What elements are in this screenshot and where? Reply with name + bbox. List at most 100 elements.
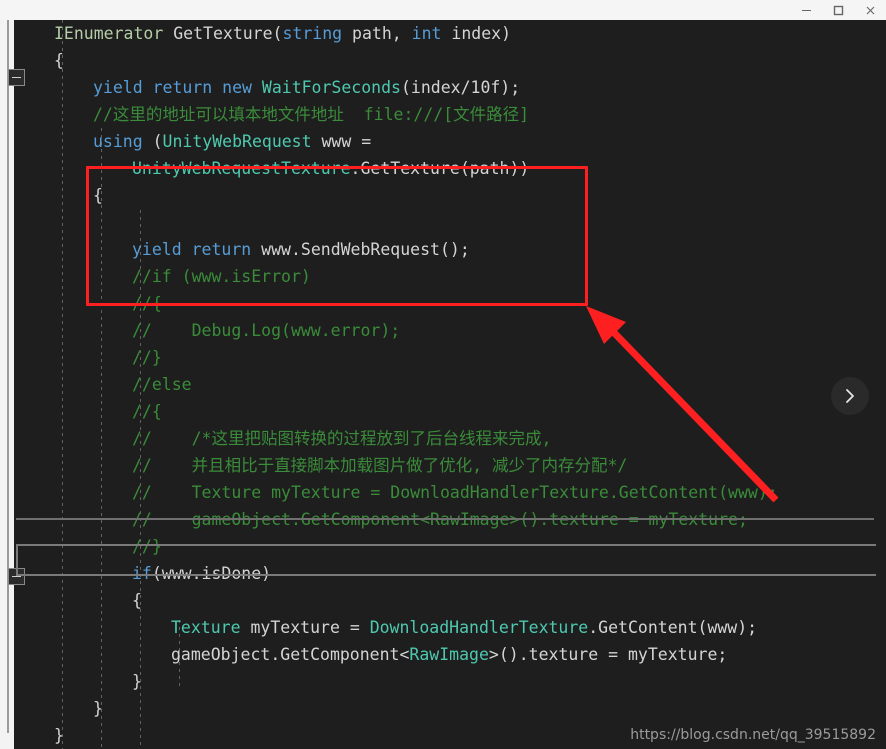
minimize-icon [801,9,811,11]
code-token: //} [132,348,162,367]
code-token: { [93,186,103,205]
code-line[interactable]: //{ [54,398,886,425]
code-line[interactable] [54,209,886,236]
code-line-text: //else [132,371,192,398]
code-line[interactable]: yield return www.SendWebRequest(); [54,236,886,263]
code-line-text: } [93,695,103,722]
code-token: //这里的地址可以填本地文件地址 file:///[文件路径] [93,105,530,124]
code-token: ( [142,132,163,151]
code-line-text: gameObject.GetComponent<RawImage>().text… [171,641,727,668]
code-token: // /*这里把贴图转换的过程放到了后台线程来完成, [132,429,552,448]
code-token: yield return [132,240,252,259]
code-token: Texture [171,618,241,637]
maximize-icon [833,5,843,15]
code-token: GetTexture( [163,24,283,43]
code-content[interactable]: IEnumerator GetTexture(string path, int … [54,20,886,749]
code-line-text: // Debug.Log(www.error); [132,317,400,344]
code-line[interactable]: //{ [54,290,886,317]
code-line[interactable]: } [54,695,886,722]
code-token: } [132,672,142,691]
code-token: yield return new [93,78,252,97]
editor-left-scroll-strip[interactable] [0,20,14,749]
code-line[interactable]: // /*这里把贴图转换的过程放到了后台线程来完成, [54,425,886,452]
code-token: } [93,699,103,718]
code-token: int [411,24,442,43]
code-token: >().texture = myTexture; [488,645,728,664]
code-line-text: //} [132,344,162,371]
code-line[interactable]: Texture myTexture = DownloadHandlerTextu… [54,614,886,641]
code-line[interactable]: // 并且相比于直接脚本加载图片做了优化, 减少了内存分配*/ [54,452,886,479]
code-token: (index/10f); [400,78,521,97]
code-line[interactable]: //这里的地址可以填本地文件地址 file:///[文件路径] [54,101,886,128]
code-editor[interactable]: IEnumerator GetTexture(string path, int … [0,20,886,749]
code-token: gameObject.GetComponent< [171,645,410,664]
code-line[interactable]: } [54,668,886,695]
fold-marker-icon[interactable] [8,69,25,86]
code-line-text: // Texture myTexture = DownloadHandlerTe… [132,479,778,506]
code-token: { [132,591,142,610]
editor-gutter[interactable] [14,20,54,749]
code-line[interactable]: //if (www.isError) [54,263,886,290]
code-token: UnityWebRequest [162,132,312,151]
code-token: (www.isDone) [151,564,272,583]
code-token: //else [132,375,192,394]
code-token: // Debug.Log(www.error); [132,321,401,340]
code-token: UnityWebRequestTexture [132,159,351,178]
screenshot-root: IEnumerator GetTexture(string path, int … [0,0,886,749]
code-line-text: //} [132,533,162,560]
code-line-text: //{ [132,290,162,317]
code-token: //{ [132,294,162,313]
next-button[interactable] [831,377,869,415]
code-line-text: yield return new WaitForSeconds(index/10… [93,74,520,101]
code-line[interactable]: yield return new WaitForSeconds(index/10… [54,74,886,101]
code-line-text: { [54,47,64,74]
minimize-button[interactable] [790,0,822,20]
code-token: using [93,132,143,151]
code-line[interactable]: { [54,182,886,209]
code-line-text: //{ [132,398,162,425]
code-line[interactable]: if(www.isDone) [54,560,886,587]
code-line-text: { [132,587,142,614]
code-token: www.SendWebRequest(); [251,240,470,259]
code-line-text: yield return www.SendWebRequest(); [132,236,470,263]
code-line[interactable]: //else [54,371,886,398]
close-button[interactable] [854,0,886,20]
code-line[interactable]: // Texture myTexture = DownloadHandlerTe… [54,479,886,506]
code-line-text: { [93,182,103,209]
code-line[interactable]: gameObject.GetComponent<RawImage>().text… [54,641,886,668]
scroll-track[interactable] [7,20,9,749]
watermark: https://blog.csdn.net/qq_39515892 [630,727,876,743]
code-line-text: using (UnityWebRequest www = [93,128,371,155]
editor-bottom-strip [0,733,14,749]
code-line[interactable]: { [54,47,886,74]
code-token: .GetTexture(path)) [350,159,530,178]
code-token: if [132,564,152,583]
code-token: //if (www.isError) [132,267,311,286]
code-token: string [282,24,343,43]
code-line-text: if(www.isDone) [132,560,271,587]
window-title-bar [0,0,886,21]
code-line[interactable]: IEnumerator GetTexture(string path, int … [54,20,886,47]
code-token: { [54,51,64,70]
code-line[interactable]: // Debug.Log(www.error); [54,317,886,344]
code-line[interactable]: //} [54,533,886,560]
close-icon [866,6,874,14]
code-token: www = [311,132,372,151]
maximize-button[interactable] [822,0,854,20]
code-line[interactable]: UnityWebRequestTexture.GetTexture(path)) [54,155,886,182]
code-line[interactable]: //} [54,344,886,371]
code-line-text: UnityWebRequestTexture.GetTexture(path)) [132,155,529,182]
code-token: //} [132,537,162,556]
code-line-text: IEnumerator GetTexture(string path, int … [54,20,511,47]
code-token: path, [342,24,412,43]
code-token: index) [441,24,512,43]
code-line[interactable]: using (UnityWebRequest www = [54,128,886,155]
code-line-text: // 并且相比于直接脚本加载图片做了优化, 减少了内存分配*/ [132,452,627,479]
code-line[interactable]: { [54,587,886,614]
code-token: WaitForSeconds [261,78,401,97]
code-token: // 并且相比于直接脚本加载图片做了优化, 减少了内存分配*/ [132,456,628,475]
code-line-text: } [132,668,142,695]
code-line-text: Texture myTexture = DownloadHandlerTextu… [171,614,757,641]
fold-marker-icon[interactable] [8,568,25,585]
